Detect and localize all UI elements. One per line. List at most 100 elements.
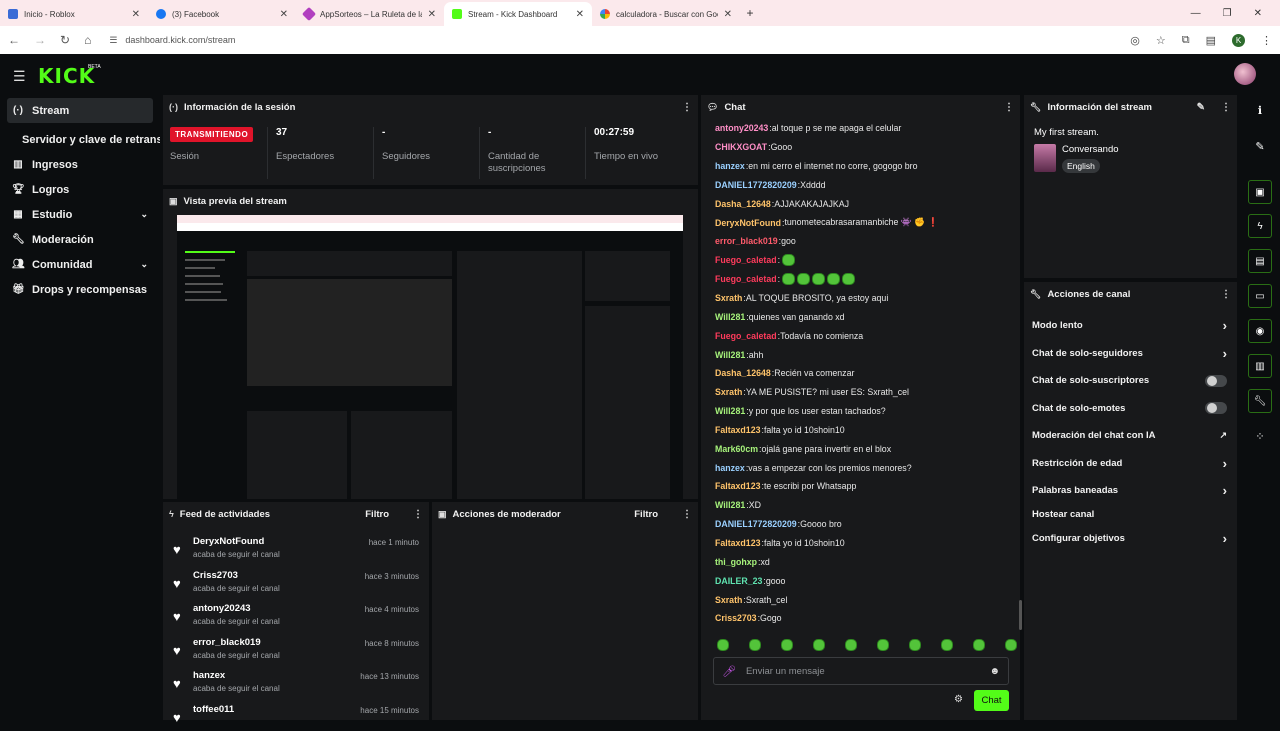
age-restriction-option[interactable]: Restricción de edad› [1024, 450, 1237, 478]
close-window-icon[interactable]: ✕ [1254, 8, 1262, 19]
chat-username[interactable]: hanzex [715, 161, 745, 171]
microphone-icon[interactable]: 🎤︎ [722, 665, 736, 678]
chat-username[interactable]: DeryxNotFound [715, 218, 781, 228]
site-info-icon[interactable]: ☰ [109, 35, 117, 46]
more-options-icon[interactable]: ⋮ [1004, 102, 1014, 113]
close-icon[interactable]: ✕ [724, 9, 732, 20]
emote-icon[interactable] [845, 639, 857, 651]
apps-icon[interactable]: ⁘ [1248, 424, 1272, 448]
browser-tab[interactable]: AppSorteos – La Ruleta de la Su✕ [296, 2, 444, 26]
emote-icon[interactable] [973, 639, 985, 651]
browser-tab-active[interactable]: Stream - Kick Dashboard✕ [444, 2, 592, 26]
sidebar-item-logros[interactable]: 🏆︎Logros [0, 177, 160, 202]
chat-username[interactable]: Will281 [715, 312, 745, 322]
sidebar-item-estudio[interactable]: ▦Estudio⌄ [0, 202, 160, 227]
more-options-icon[interactable]: ⋮ [682, 102, 692, 113]
chat-username[interactable]: Dasha_12648 [715, 199, 771, 209]
followers-only-option[interactable]: Chat de solo-seguidores› [1024, 340, 1237, 368]
sidebar-item-moderacion[interactable]: 🔧︎Moderación [0, 227, 160, 252]
emote-icon[interactable] [909, 639, 921, 651]
emote-icon[interactable] [717, 639, 729, 651]
chat-settings-gear-icon[interactable]: ⚙ [954, 694, 963, 705]
browser-tab[interactable]: Inicio - Roblox✕ [0, 2, 148, 26]
minimize-icon[interactable]: — [1191, 8, 1201, 19]
chevron-down-icon[interactable]: ⌄ [140, 259, 148, 270]
subscribers-only-toggle[interactable] [1205, 375, 1227, 387]
lightning-icon[interactable]: ϟ [1248, 214, 1272, 238]
info-icon[interactable]: ℹ [1248, 98, 1272, 122]
ai-moderation-option[interactable]: Moderación del chat con IA↗ [1024, 422, 1237, 450]
eye-off-icon[interactable]: ◎ [1130, 34, 1140, 47]
browser-tab[interactable]: calculadora - Buscar con Googl✕ [592, 2, 740, 26]
profile-avatar[interactable]: K [1232, 34, 1245, 47]
more-options-icon[interactable]: ⋮ [1221, 289, 1231, 300]
browser-tab[interactable]: (3) Facebook✕ [148, 2, 296, 26]
menu-kebab-icon[interactable]: ⋮ [1261, 34, 1272, 47]
document-icon[interactable]: ▤ [1248, 249, 1272, 273]
chat-username[interactable]: Fuego_caletad [715, 331, 777, 341]
chat-username[interactable]: Faltaxd123 [715, 481, 760, 491]
host-channel-option[interactable]: Hostear canal [1024, 505, 1237, 525]
sidebar-item-comunidad[interactable]: 👥︎Comunidad⌄ [0, 252, 160, 277]
screen-capture-icon[interactable]: ▣ [1248, 180, 1272, 204]
close-icon[interactable]: ✕ [132, 9, 140, 20]
chat-username[interactable]: Sxrath [715, 595, 742, 605]
moderator-icon[interactable]: ▥ [1248, 354, 1272, 378]
emote-icon[interactable] [877, 639, 889, 651]
chat-username[interactable]: error_black019 [715, 236, 778, 246]
chat-scrollbar[interactable] [1019, 600, 1022, 630]
emote-icon[interactable] [1005, 639, 1017, 651]
banned-words-option[interactable]: Palabras baneadas› [1024, 477, 1237, 505]
emote-icon[interactable] [941, 639, 953, 651]
filter-button[interactable]: Filtro [634, 509, 658, 520]
chat-username[interactable]: DANIEL1772820209 [715, 180, 797, 190]
send-chat-button[interactable]: Chat [974, 690, 1009, 711]
extensions-icon[interactable]: ⧉ [1182, 34, 1190, 47]
close-icon[interactable]: ✕ [280, 9, 288, 20]
restore-icon[interactable]: ❐ [1223, 8, 1232, 19]
more-options-icon[interactable]: ⋮ [1221, 102, 1231, 113]
chat-username[interactable]: DAILER_23 [715, 576, 762, 586]
kick-logo[interactable]: KICK [38, 64, 95, 88]
close-icon[interactable]: ✕ [428, 9, 436, 20]
close-icon[interactable]: ✕ [576, 9, 584, 20]
sidebar-item-server-key[interactable]: Servidor y clave de retransmisión [0, 127, 160, 152]
url-field[interactable]: ☰ dashboard.kick.com/stream [109, 35, 1116, 46]
edit-pencil-icon[interactable]: ✎ [1248, 134, 1272, 158]
reload-icon[interactable]: ↻ [60, 33, 70, 47]
chat-input[interactable]: 🎤︎ Enviar un mensaje ☻ [713, 657, 1009, 685]
emote-icon[interactable] [749, 639, 761, 651]
chat-username[interactable]: Faltaxd123 [715, 538, 760, 548]
chat-username[interactable]: Sxrath [715, 293, 742, 303]
chat-username[interactable]: Fuego_caletad [715, 255, 777, 265]
sidebar-item-drops[interactable]: 🎁︎Drops y recompensas [0, 277, 160, 302]
more-options-icon[interactable]: ⋮ [682, 509, 692, 520]
more-options-icon[interactable]: ⋮ [413, 509, 423, 520]
sidebar-item-stream[interactable]: (·)Stream [7, 98, 153, 123]
chat-username[interactable]: DANIEL1772820209 [715, 519, 797, 529]
back-icon[interactable]: ← [8, 33, 20, 47]
emote-icon[interactable] [781, 639, 793, 651]
wrench-icon[interactable]: 🔧︎ [1248, 389, 1272, 413]
set-goals-option[interactable]: Configurar objetivos› [1024, 525, 1237, 553]
forward-icon[interactable]: → [34, 33, 46, 47]
chat-username[interactable]: Will281 [715, 406, 745, 416]
chat-username[interactable]: Fuego_caletad [715, 274, 777, 284]
chat-username[interactable]: Sxrath [715, 387, 742, 397]
chat-username[interactable]: antony20243 [715, 123, 768, 133]
home-icon[interactable]: ⌂ [84, 33, 91, 47]
chat-username[interactable]: Will281 [715, 500, 745, 510]
chevron-down-icon[interactable]: ⌄ [140, 209, 148, 220]
stream-preview-video[interactable] [177, 215, 683, 499]
tab-search-icon[interactable]: ▤ [1206, 34, 1216, 47]
hamburger-menu-icon[interactable]: ☰ [13, 68, 26, 85]
emotes-only-toggle[interactable] [1205, 402, 1227, 414]
new-tab-button[interactable]: + [740, 6, 760, 20]
user-avatar[interactable] [1234, 63, 1256, 85]
chat-username[interactable]: Dasha_12648 [715, 368, 771, 378]
emote-icon[interactable] [813, 639, 825, 651]
chat-bubble-icon[interactable]: ▭ [1248, 284, 1272, 308]
bookmark-star-icon[interactable]: ☆ [1156, 34, 1166, 47]
broadcast-icon[interactable]: ◉ [1248, 319, 1272, 343]
chat-username[interactable]: Will281 [715, 350, 745, 360]
